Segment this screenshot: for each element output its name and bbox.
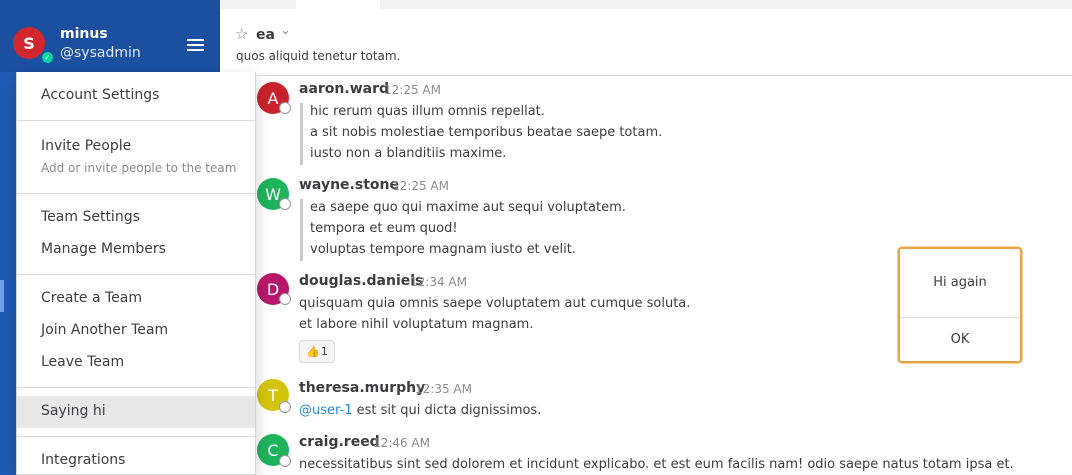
- offline-status-icon: [279, 198, 291, 210]
- star-icon[interactable]: ☆: [235, 25, 248, 43]
- menu-divider: [17, 193, 255, 194]
- post-message-line: necessitatibus sint sed dolorem et incid…: [299, 457, 1014, 472]
- menu-divider: [17, 436, 255, 437]
- offline-status-icon: [279, 293, 291, 305]
- channel-purpose: quos aliquid tenetur totam.: [236, 49, 401, 63]
- sidebar-active-indicator: [0, 280, 4, 312]
- post-username[interactable]: wayne.stone: [299, 177, 399, 193]
- dialog-ok-button[interactable]: OK: [900, 318, 1020, 361]
- post-timestamp[interactable]: 12:25 AM: [392, 179, 449, 193]
- menu-item-manage-members[interactable]: Manage Members: [17, 241, 255, 257]
- main-menu-dropdown: Account Settings Invite People Add or in…: [16, 72, 256, 475]
- post-timestamp[interactable]: 12:35 AM: [415, 382, 472, 396]
- menu-divider: [17, 387, 255, 388]
- post-timestamp[interactable]: 12:25 AM: [384, 83, 441, 97]
- menu-item-join-team[interactable]: Join Another Team: [17, 322, 255, 338]
- post-message-line: iusto non a blanditiis maxime.: [310, 146, 507, 161]
- menu-item-leave-team[interactable]: Leave Team: [17, 354, 255, 370]
- post-username[interactable]: douglas.daniels: [299, 273, 423, 289]
- offline-status-icon: [279, 102, 291, 114]
- menu-divider: [17, 274, 255, 275]
- post-message-line: voluptas tempore magnam iusto et velit.: [310, 242, 576, 257]
- dialog-message: Hi again: [933, 275, 987, 290]
- channel-name[interactable]: ea: [256, 27, 275, 43]
- current-username: minus: [60, 26, 108, 42]
- post-username[interactable]: craig.reed: [299, 434, 380, 450]
- menu-item-integrations[interactable]: Integrations: [17, 452, 255, 468]
- post-message-line: quisquam quia omnis saepe voluptatem aut…: [299, 296, 691, 311]
- blockquote-bar: [300, 199, 303, 261]
- offline-status-icon: [279, 401, 291, 413]
- reaction-thumbsup[interactable]: 👍 1: [299, 340, 335, 363]
- sidebar-body: [0, 72, 16, 475]
- post-timestamp[interactable]: 12:46 AM: [373, 436, 430, 450]
- sidebar-header: S ✓ minus @sysadmin: [0, 0, 220, 72]
- post-message-line: a sit nobis molestiae temporibus beatae …: [310, 125, 663, 140]
- post-message-line: hic rerum quas illum omnis repellat.: [310, 104, 545, 119]
- post-username[interactable]: theresa.murphy: [299, 380, 425, 396]
- post-message-text: est sit qui dicta dignissimos.: [352, 403, 542, 418]
- thumbs-up-icon: 👍: [306, 345, 320, 358]
- user-mention[interactable]: @user-1: [299, 403, 353, 418]
- post-message-line: et labore nihil voluptatum magnam.: [299, 317, 534, 332]
- current-user-handle: @sysadmin: [60, 45, 141, 61]
- post-message-line: tempora et eum quod!: [310, 221, 458, 236]
- chevron-down-icon[interactable]: ⌄: [280, 23, 291, 38]
- menu-item-saying-hi[interactable]: Saying hi: [17, 403, 255, 419]
- post-username[interactable]: aaron.ward: [299, 81, 389, 97]
- menu-item-account-settings[interactable]: Account Settings: [17, 87, 255, 103]
- active-tab[interactable]: [296, 0, 380, 9]
- post-message-line: ea saepe quo qui maxime aut sequi volupt…: [310, 200, 626, 215]
- menu-item-create-team[interactable]: Create a Team: [17, 290, 255, 306]
- alert-dialog: Hi again OK: [898, 247, 1022, 363]
- check-icon: ✓: [40, 50, 55, 65]
- channel-header: ☆ ea ⌄ quos aliquid tenetur totam.: [220, 9, 1072, 76]
- offline-status-icon: [279, 455, 291, 467]
- reaction-count: 1: [320, 345, 328, 358]
- menu-item-invite-people[interactable]: Invite People: [17, 138, 255, 154]
- menu-item-team-settings[interactable]: Team Settings: [17, 209, 255, 225]
- blockquote-bar: [300, 103, 303, 165]
- hamburger-menu-icon[interactable]: [187, 39, 204, 51]
- menu-item-invite-people-description: Add or invite people to the team: [41, 161, 237, 175]
- post-timestamp[interactable]: 12:34 AM: [410, 275, 467, 289]
- menu-divider: [17, 120, 255, 121]
- post-message-line: @user-1 est sit qui dicta dignissimos.: [299, 403, 541, 418]
